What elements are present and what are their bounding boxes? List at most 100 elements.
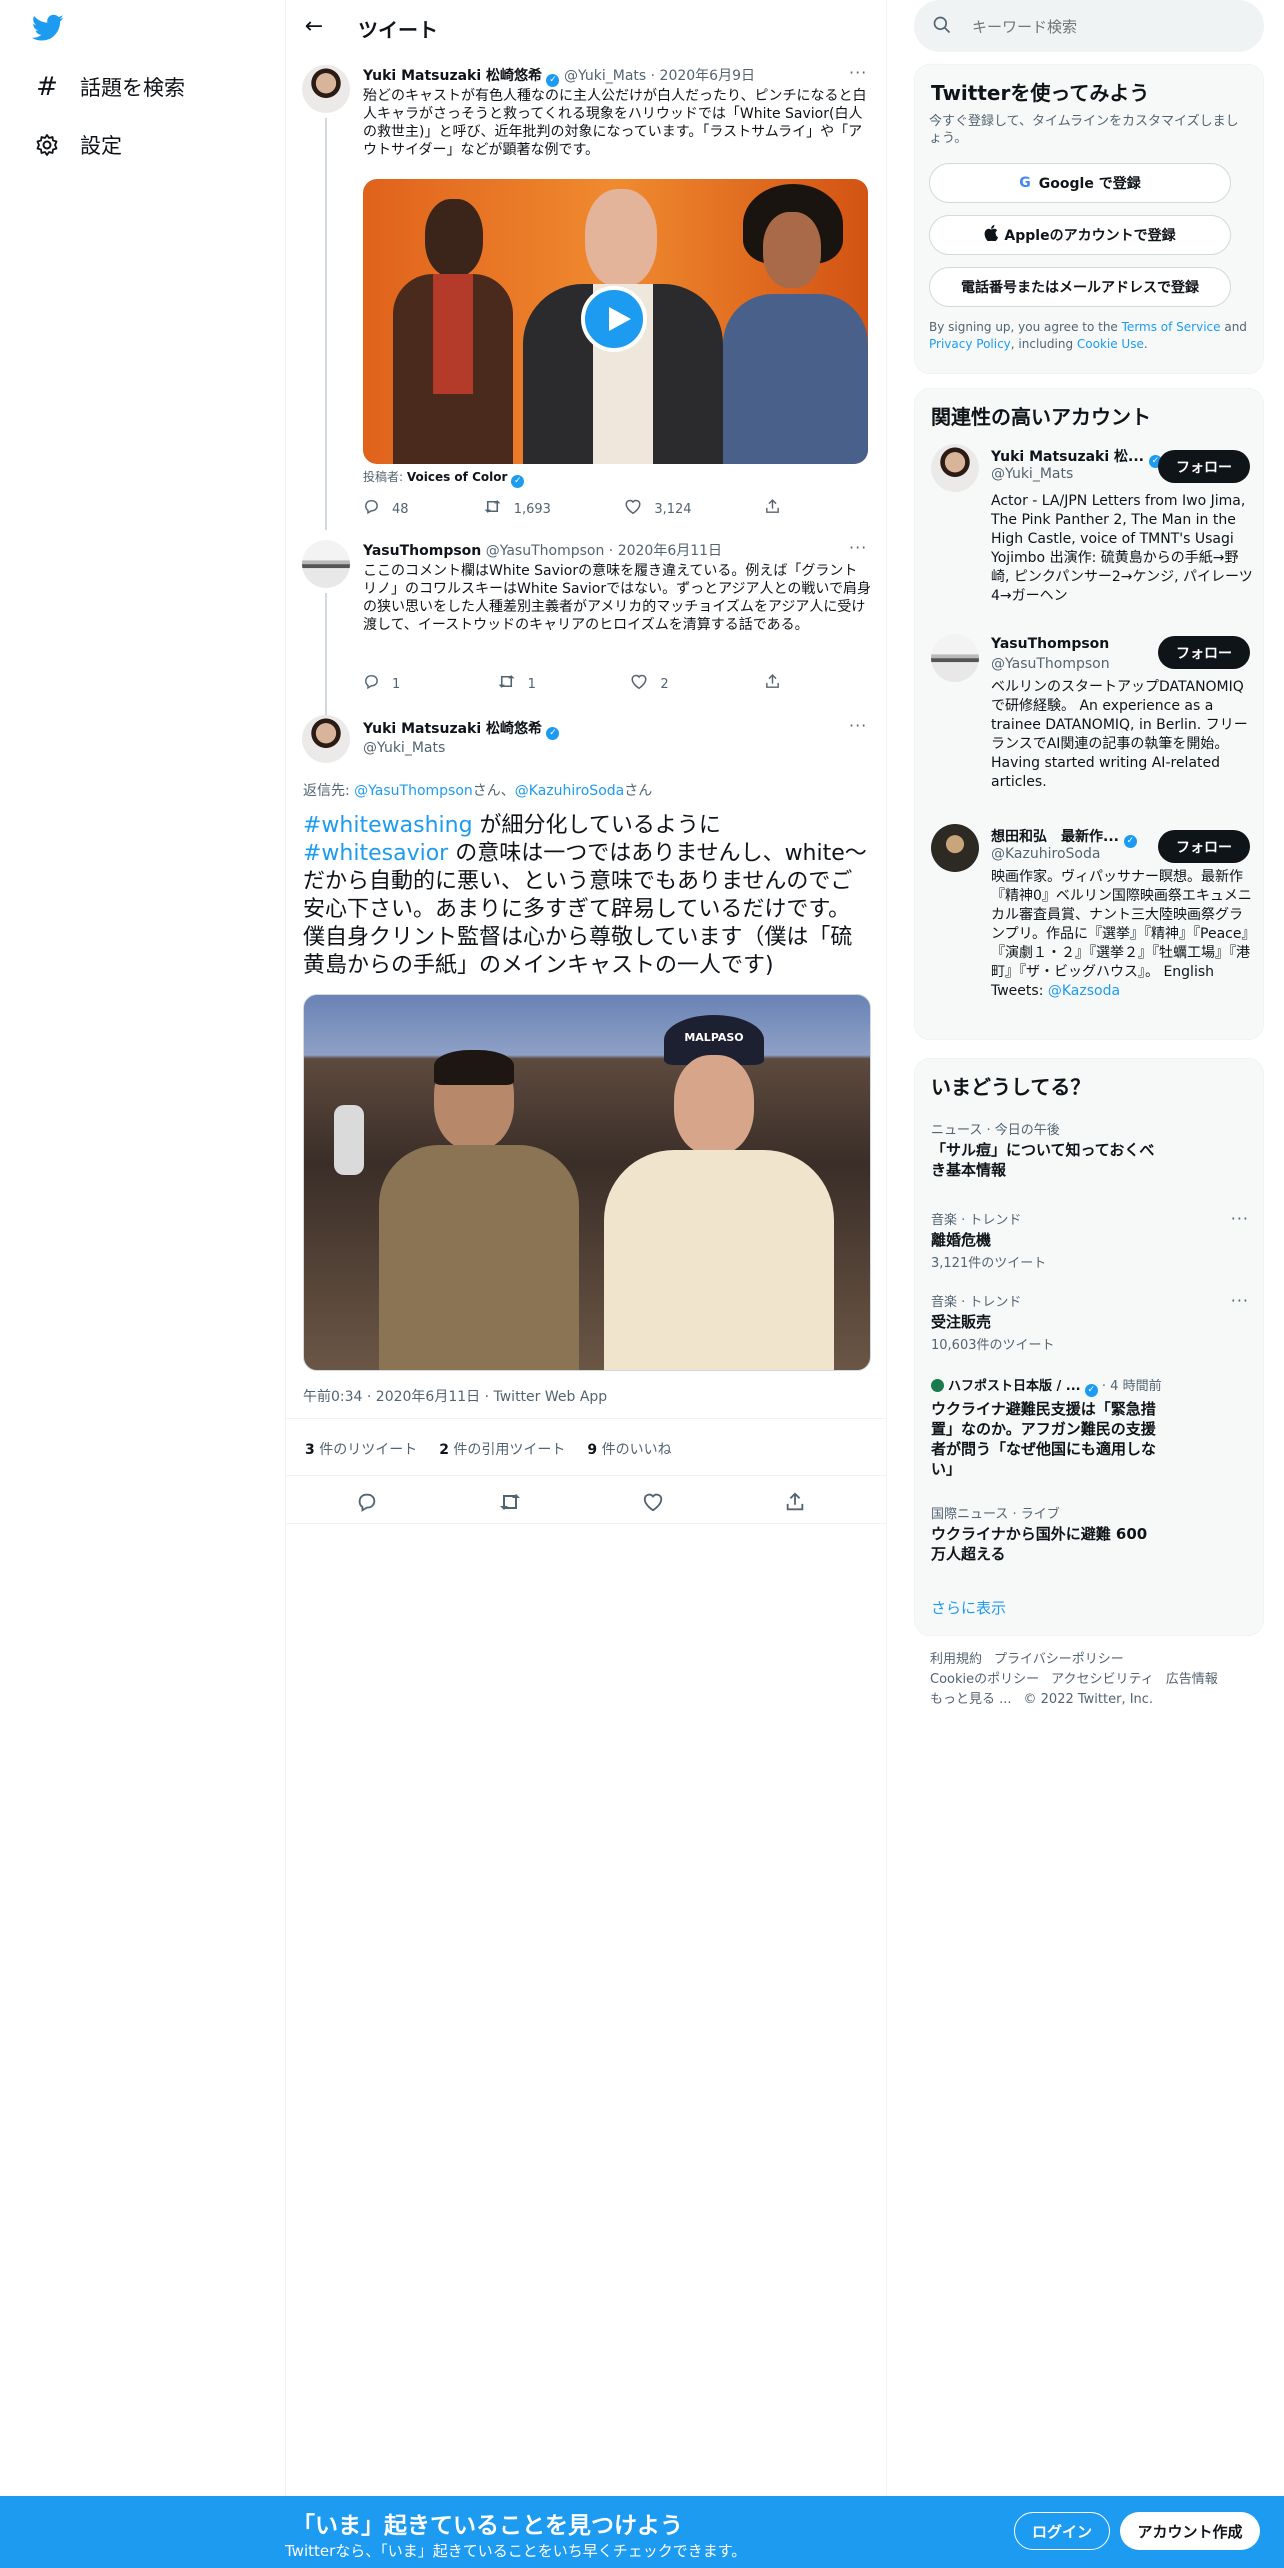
quotes-stat[interactable]: 2 件の引用ツイート: [439, 1439, 565, 1459]
trend-item[interactable]: ニュース · 今日の午後 「サル痘」について知っておくべき基本情報: [931, 1119, 1249, 1180]
avatar[interactable]: [302, 715, 350, 763]
like-button[interactable]: 3,124: [624, 498, 764, 520]
verified-icon: ✓: [1084, 1384, 1098, 1397]
retweet-count: 1,693: [513, 501, 551, 517]
author-name[interactable]: Yuki Matsuzaki 松崎悠希: [363, 68, 542, 84]
follow-button[interactable]: フォロー: [1158, 830, 1250, 863]
author-handle[interactable]: @Yuki_Mats: [564, 68, 646, 84]
poster-name[interactable]: Voices of Color: [407, 470, 508, 484]
avatar[interactable]: [302, 540, 350, 588]
retweet-button[interactable]: 1,693: [483, 498, 625, 520]
trend-item[interactable]: 国際ニュース · ライブ ウクライナから国外に避難 600万人超える: [931, 1503, 1249, 1564]
reply-icon: [363, 498, 380, 520]
signup-button[interactable]: アカウント作成: [1120, 2512, 1260, 2550]
retweet-icon[interactable]: [498, 1491, 522, 1517]
tweet-date[interactable]: · 2020年6月11日: [609, 543, 722, 559]
like-count: 3,124: [654, 501, 692, 517]
cookie-link[interactable]: Cookie Use: [1077, 337, 1144, 351]
reply-icon[interactable]: [356, 1491, 378, 1517]
google-icon: G: [1019, 175, 1031, 191]
legal-text: By signing up, you agree to the: [929, 320, 1122, 334]
nav-settings[interactable]: 設定: [34, 130, 122, 160]
verified-icon: ✓: [546, 727, 560, 740]
bio-link[interactable]: @Kazsoda: [1048, 983, 1120, 999]
signup-legal: By signing up, you agree to the Terms of…: [929, 319, 1249, 353]
footer-link[interactable]: プライバシーポリシー: [994, 1652, 1124, 1667]
reply-icon: [363, 673, 380, 695]
trend-time: · 4 時間前: [1097, 1379, 1162, 1394]
tweet-2[interactable]: YasuThompson @YasuThompson · 2020年6月11日 …: [286, 535, 886, 753]
phone-email-signup-button[interactable]: 電話番号またはメールアドレスで登録: [929, 267, 1231, 307]
related-title: 関連性の高いアカウント: [931, 405, 1151, 429]
avatar[interactable]: [931, 824, 979, 872]
google-signup-button[interactable]: G Google で登録: [929, 163, 1231, 203]
retweets-stat[interactable]: 3 件のリツイート: [305, 1439, 417, 1459]
related-account[interactable]: YasuThompson @YasuThompson フォロー ベルリンのスター…: [915, 634, 1263, 814]
show-more-link[interactable]: さらに表示: [931, 1597, 1006, 1618]
share-button[interactable]: [764, 673, 793, 695]
footer-link[interactable]: アクセシビリティ: [1051, 1672, 1154, 1687]
search-input[interactable]: [970, 12, 1244, 42]
like-count: 2: [660, 676, 669, 692]
account-handle: @Yuki_Mats: [991, 466, 1074, 482]
tweet-1[interactable]: Yuki Matsuzaki 松崎悠希 ✓ @Yuki_Mats · 2020年…: [286, 60, 886, 530]
nav-explore[interactable]: # 話題を検索: [34, 72, 185, 102]
phone-signup-label: 電話番号またはメールアドレスで登録: [961, 280, 1199, 296]
apple-signup-button[interactable]: Appleのアカウントで登録: [929, 215, 1231, 255]
hashtag-link[interactable]: #whitesavior: [303, 841, 448, 866]
more-icon[interactable]: ···: [1231, 1291, 1249, 1310]
back-arrow-icon[interactable]: ←: [300, 13, 328, 41]
footer-link[interactable]: 利用規約: [930, 1652, 982, 1667]
search-bar[interactable]: [914, 0, 1264, 52]
share-button[interactable]: [764, 498, 793, 520]
footer-link[interactable]: 広告情報: [1166, 1672, 1218, 1687]
login-button[interactable]: ログイン: [1014, 2512, 1110, 2550]
author-handle[interactable]: @Yuki_Mats: [363, 740, 445, 756]
video-thumbnail[interactable]: [363, 179, 868, 464]
more-icon[interactable]: ···: [849, 716, 867, 735]
hashtag-link[interactable]: #whitewashing: [303, 813, 473, 838]
author-handle[interactable]: @YasuThompson: [486, 543, 605, 559]
privacy-link[interactable]: Privacy Policy: [929, 337, 1011, 351]
likes-stat[interactable]: 9 件のいいね: [587, 1439, 671, 1459]
tweet-photo[interactable]: MALPASO: [303, 994, 871, 1371]
like-icon[interactable]: [642, 1491, 664, 1517]
retweets-stat-label: 件のリツイート: [319, 1442, 418, 1458]
follow-button[interactable]: フォロー: [1158, 450, 1250, 483]
more-icon[interactable]: ···: [1231, 1209, 1249, 1228]
reply-button[interactable]: 48: [363, 498, 483, 520]
more-icon[interactable]: ···: [849, 63, 867, 82]
more-icon[interactable]: ···: [849, 538, 867, 557]
reply-to-link[interactable]: @YasuThompson: [354, 783, 473, 799]
related-accounts-panel: 関連性の高いアカウント Yuki Matsuzaki 松... ✓ @Yuki_…: [914, 388, 1264, 1040]
trend-item[interactable]: ハフポスト日本版 / ... ✓ · 4 時間前 ウクライナ避難民支援は「緊急措…: [931, 1375, 1249, 1479]
video-person-left: [393, 199, 513, 464]
trend-item[interactable]: 音楽 · トレンド 離婚危機 3,121件のツイート ···: [931, 1209, 1249, 1271]
share-icon[interactable]: [784, 1491, 806, 1517]
tweet-text: ここのコメント欄はWhite Saviorの意味を履き違えている。例えば「グラン…: [363, 563, 871, 633]
trend-title: ウクライナから国外に避難 600万人超える: [931, 1525, 1148, 1563]
trend-count: 10,603件のツイート: [931, 1338, 1055, 1353]
trend-item[interactable]: 音楽 · トレンド 受注販売 10,603件のツイート ···: [931, 1291, 1249, 1353]
author-name[interactable]: Yuki Matsuzaki 松崎悠希: [363, 721, 542, 737]
tweet-date[interactable]: · 2020年6月9日: [651, 68, 755, 84]
related-account[interactable]: 想田和弘 最新作... ✓ @KazuhiroSoda フォロー 映画作家。ヴィ…: [915, 824, 1263, 1034]
author-name[interactable]: YasuThompson: [363, 543, 481, 559]
related-account[interactable]: Yuki Matsuzaki 松... ✓ @Yuki_Mats フォロー Ac…: [915, 444, 1263, 624]
reply-button[interactable]: 1: [363, 673, 497, 695]
terms-link[interactable]: Terms of Service: [1122, 320, 1221, 334]
follow-button[interactable]: フォロー: [1158, 636, 1250, 669]
like-button[interactable]: 2: [630, 673, 764, 695]
retweet-button[interactable]: 1: [497, 673, 631, 695]
twitter-logo-icon[interactable]: [31, 14, 64, 42]
play-icon[interactable]: [581, 286, 647, 352]
tweet-timestamp[interactable]: 午前0:34 · 2020年6月11日 · Twitter Web App: [303, 1386, 607, 1406]
avatar[interactable]: [931, 634, 979, 682]
footer-more[interactable]: もっと見る ...: [930, 1692, 1012, 1707]
avatar[interactable]: [302, 65, 350, 113]
footer-link[interactable]: Cookieのポリシー: [930, 1672, 1039, 1687]
photo-person-right: MALPASO: [604, 1015, 834, 1370]
avatar[interactable]: [931, 444, 979, 492]
google-signup-label: Google で登録: [1038, 176, 1141, 192]
reply-to-link[interactable]: @KazuhiroSoda: [515, 783, 624, 799]
